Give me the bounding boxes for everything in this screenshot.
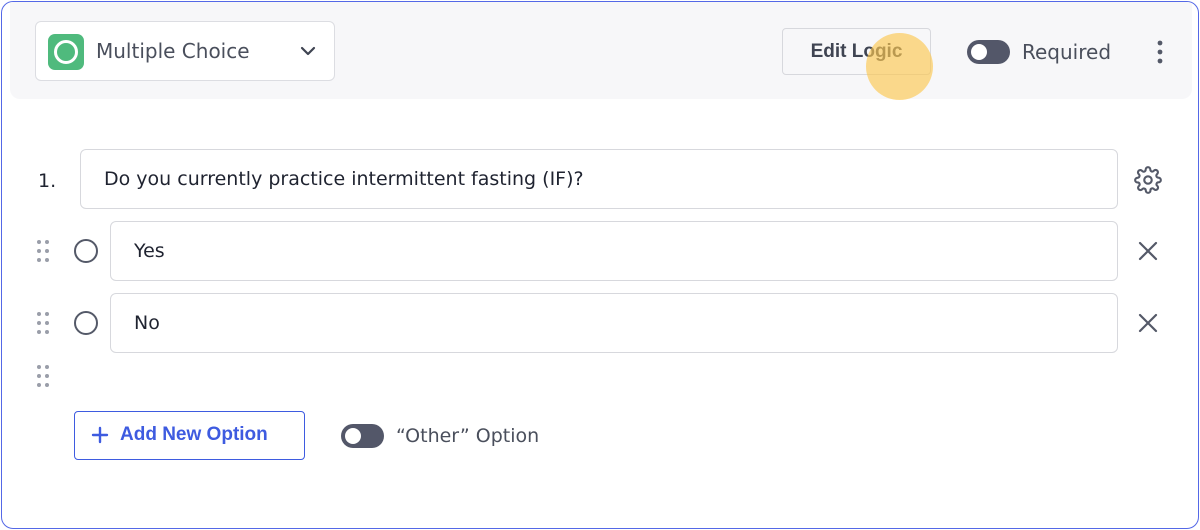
radio-circle-icon <box>48 34 84 70</box>
drag-handle-icon[interactable] <box>36 364 50 388</box>
option-input-yes[interactable] <box>110 221 1118 281</box>
question-text-input[interactable] <box>80 149 1118 209</box>
add-new-option-label: Add New Option <box>120 424 268 445</box>
toggle-knob <box>971 44 987 60</box>
option-input-no[interactable] <box>110 293 1118 353</box>
edit-logic-button[interactable]: Edit Logic <box>782 28 931 75</box>
required-label: Required <box>1022 40 1112 64</box>
other-option-label: “Other” Option <box>396 425 540 447</box>
gear-icon[interactable] <box>1134 166 1162 194</box>
question-type-dropdown[interactable]: Multiple Choice <box>35 21 335 81</box>
other-option-toggle[interactable] <box>341 424 384 448</box>
toggle-knob <box>345 428 361 444</box>
question-type-label: Multiple Choice <box>96 39 250 63</box>
close-icon[interactable] <box>1137 312 1159 334</box>
drag-handle-icon[interactable] <box>36 239 50 263</box>
more-vertical-icon[interactable] <box>1150 38 1170 66</box>
option-radio[interactable] <box>74 239 98 263</box>
question-card: Multiple Choice Edit Logic Required 1. D… <box>1 1 1199 529</box>
add-new-option-button[interactable]: Add New Option <box>74 411 305 460</box>
plus-icon <box>91 426 109 444</box>
question-header: Multiple Choice Edit Logic Required <box>10 2 1192 99</box>
option-radio[interactable] <box>74 311 98 335</box>
question-number: 1. <box>38 170 57 192</box>
chevron-down-icon <box>300 46 316 56</box>
close-icon[interactable] <box>1137 240 1159 262</box>
required-toggle[interactable] <box>967 40 1010 64</box>
drag-handle-icon[interactable] <box>36 311 50 335</box>
